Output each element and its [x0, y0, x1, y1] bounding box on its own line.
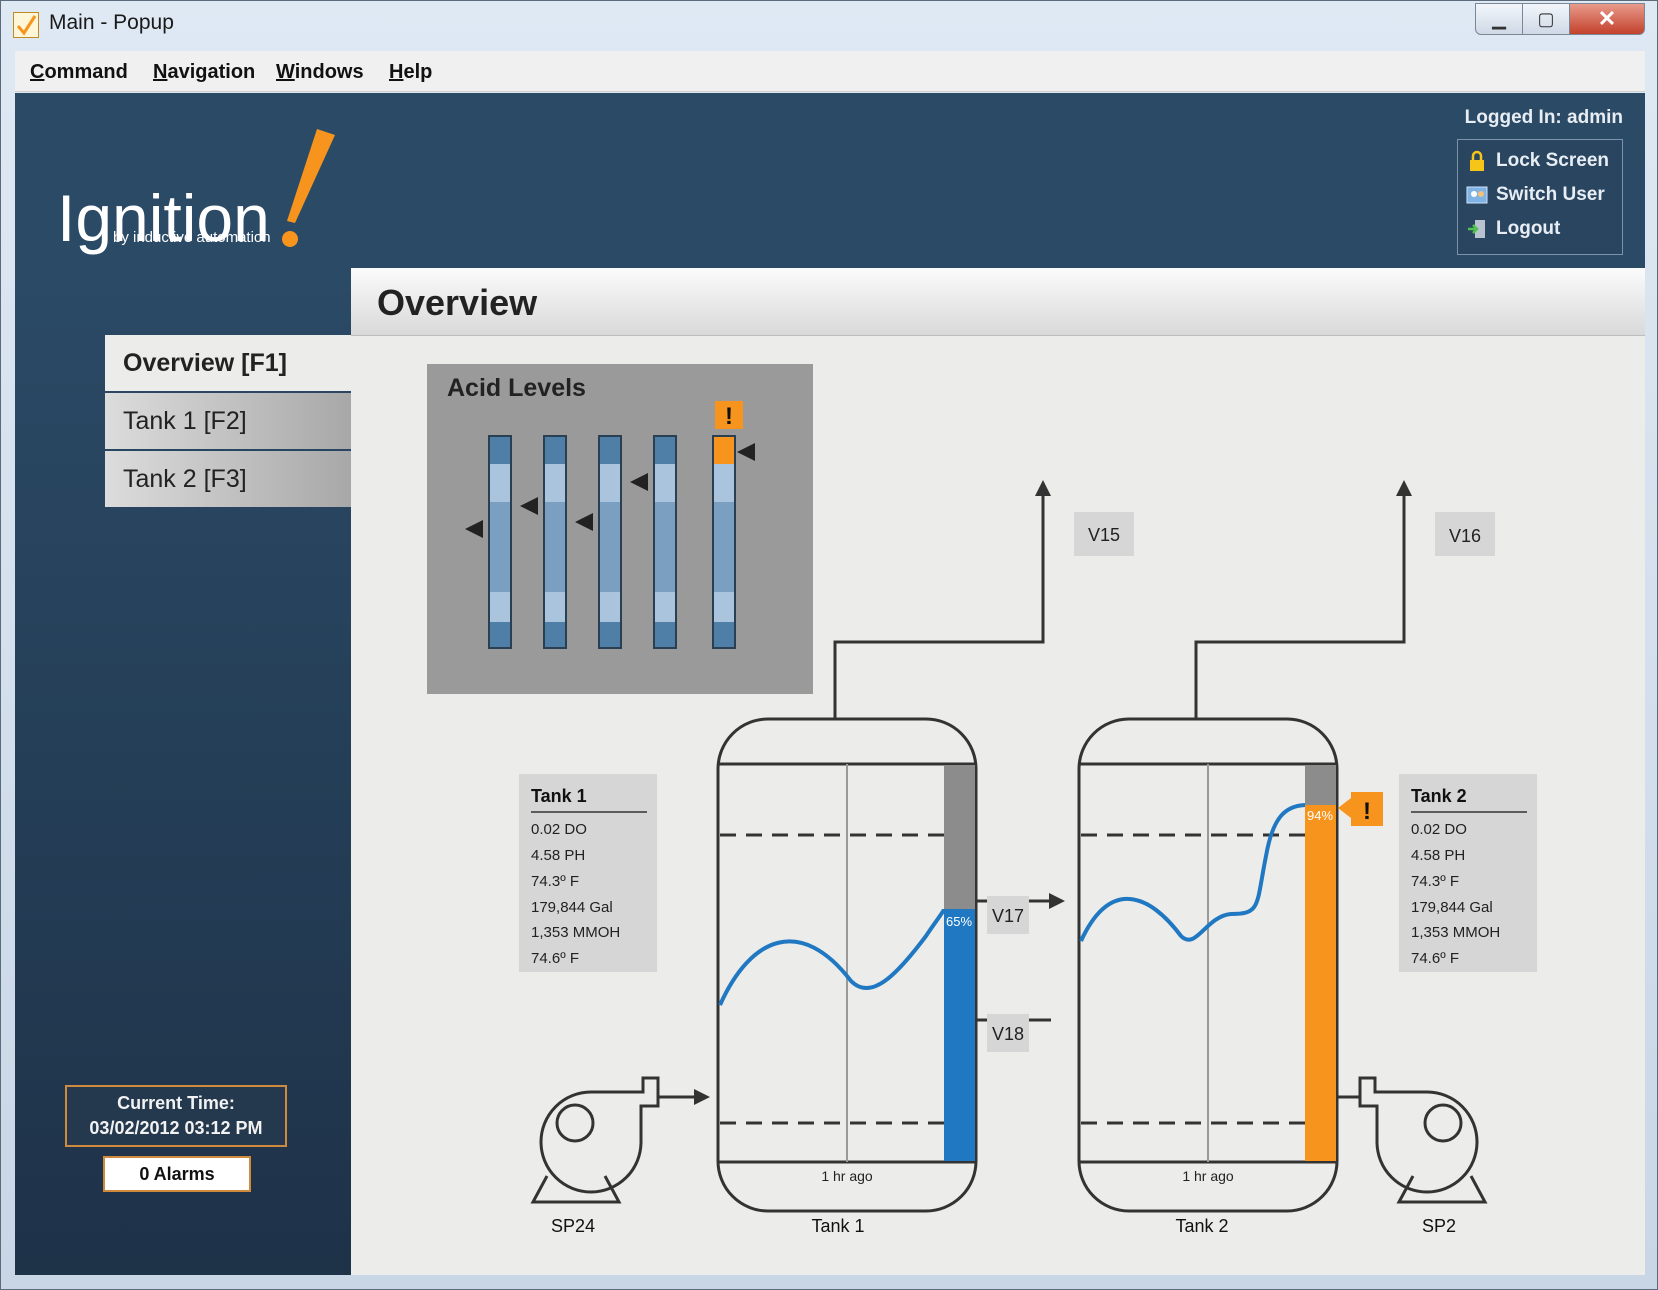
alarms-button[interactable]: 0 Alarms — [103, 1156, 251, 1192]
valve-v16[interactable]: V16 — [1435, 512, 1495, 556]
tank2-reading: 1,353 MMOH — [1411, 924, 1500, 941]
tank2-info-title: Tank 2 — [1411, 786, 1467, 806]
tank2-vessel[interactable]: 94% 1 hr ago ! — [1077, 717, 1383, 1213]
current-time-box: Current Time: 03/02/2012 03:12 PM — [65, 1085, 287, 1147]
lock-screen-button[interactable]: Lock Screen — [1466, 150, 1616, 180]
app-window: Main - Popup ▁ ▢ ✕ Command Navigation Wi… — [0, 0, 1658, 1290]
tank2-reading: 74.3º F — [1411, 873, 1459, 890]
acid-levels-panel: Acid Levels ! — [427, 364, 813, 694]
tank1-info-box: Tank 1 0.02 DO 4.58 PH 74.3º F 179,844 G… — [519, 774, 657, 972]
tank1-info-title: Tank 1 — [531, 786, 587, 806]
tank2-name: Tank 2 — [1175, 1216, 1228, 1236]
tank1-reading: 74.3º F — [531, 873, 579, 890]
tank1-reading: 179,844 Gal — [531, 899, 613, 916]
lock-screen-label: Lock Screen — [1496, 150, 1609, 171]
lock-icon — [1466, 150, 1488, 172]
user-actions-panel: Lock Screen Switch User Logout — [1457, 139, 1623, 255]
page-title: Overview — [377, 282, 538, 323]
minimize-button[interactable]: ▁ — [1475, 3, 1523, 35]
close-button[interactable]: ✕ — [1569, 3, 1645, 35]
tank1-time-label: 1 hr ago — [821, 1168, 873, 1184]
tank2-time-label: 1 hr ago — [1182, 1168, 1234, 1184]
tank1-level-bar — [944, 909, 975, 1161]
menu-bar: Command Navigation Windows Help — [15, 51, 1645, 92]
overview-content: Acid Levels ! V15 V16 V17 V18 Tank 1 0.0… — [351, 336, 1645, 1275]
valve-v15-label: V15 — [1088, 525, 1120, 545]
pump-sp24-icon[interactable] — [530, 1076, 660, 1204]
page-header: Overview — [351, 268, 1645, 336]
valve-v17-label: V17 — [992, 906, 1024, 926]
tank1-reading: 4.58 PH — [531, 847, 585, 864]
client-area: Ignition by inductive automation Logged … — [15, 93, 1645, 1275]
valve-v17[interactable]: V17 — [987, 896, 1029, 934]
tank1-name: Tank 1 — [811, 1216, 864, 1236]
pump-sp24-label: SP24 — [551, 1216, 595, 1236]
logout-label: Logout — [1496, 218, 1561, 239]
tank1-level-label: 65% — [946, 914, 972, 929]
logout-icon — [1466, 218, 1488, 240]
menu-command[interactable]: Command — [30, 61, 128, 84]
tank2-alert-badge — [1338, 792, 1383, 826]
tank2-level-label: 94% — [1307, 808, 1333, 823]
current-time-value: 03/02/2012 03:12 PM — [89, 1118, 263, 1138]
tank1-reading: 74.6º F — [531, 950, 579, 967]
tank2-info-box: Tank 2 0.02 DO 4.58 PH 74.3º F 179,844 G… — [1399, 774, 1537, 972]
pump-sp2-label: SP2 — [1422, 1216, 1456, 1236]
nav-tab-tank2[interactable]: Tank 2 [F3] — [105, 451, 351, 507]
valve-v18[interactable]: V18 — [987, 1014, 1029, 1052]
tank1-vessel[interactable]: 65% 1 hr ago — [716, 717, 978, 1213]
acid-levels-title: Acid Levels — [447, 374, 586, 402]
acid-alert-icon: ! — [725, 403, 733, 430]
process-diagram: Acid Levels ! V15 V16 V17 V18 Tank 1 0.0… — [427, 364, 1537, 1236]
valve-v18-label: V18 — [992, 1024, 1024, 1044]
tank2-reading: 4.58 PH — [1411, 847, 1465, 864]
valve-v16-label: V16 — [1449, 526, 1481, 546]
current-time-label: Current Time: — [117, 1093, 235, 1113]
tank2-alert-icon: ! — [1363, 798, 1371, 825]
tank1-reading: 0.02 DO — [531, 821, 587, 838]
tank1-reading: 1,353 MMOH — [531, 924, 620, 941]
tank2-reading: 74.6º F — [1411, 950, 1459, 967]
logo-tagline: by inductive automation — [113, 229, 271, 246]
logged-in-label: Logged In: admin — [1464, 107, 1623, 128]
pipe-v16 — [1194, 494, 1406, 719]
pump-sp2-icon[interactable] — [1358, 1076, 1488, 1204]
nav-tab-tank1[interactable]: Tank 1 [F2] — [105, 393, 351, 449]
switch-user-label: Switch User — [1496, 184, 1605, 205]
logout-button[interactable]: Logout — [1466, 218, 1616, 248]
window-title: Main - Popup — [49, 11, 174, 34]
tank2-level-bar — [1305, 805, 1336, 1161]
valve-v15[interactable]: V15 — [1074, 512, 1134, 556]
app-icon — [13, 12, 39, 38]
tank2-reading: 0.02 DO — [1411, 821, 1467, 838]
switch-user-icon — [1466, 184, 1488, 206]
switch-user-button[interactable]: Switch User — [1466, 184, 1616, 214]
nav-tab-overview[interactable]: Overview [F1] — [105, 335, 351, 391]
menu-navigation[interactable]: Navigation — [153, 61, 255, 84]
menu-windows[interactable]: Windows — [276, 61, 364, 84]
menu-help[interactable]: Help — [389, 61, 432, 84]
maximize-button[interactable]: ▢ — [1522, 3, 1570, 35]
title-bar: Main - Popup ▁ ▢ ✕ — [1, 1, 1657, 47]
pipe-v15 — [833, 494, 1045, 719]
tank2-reading: 179,844 Gal — [1411, 899, 1493, 916]
